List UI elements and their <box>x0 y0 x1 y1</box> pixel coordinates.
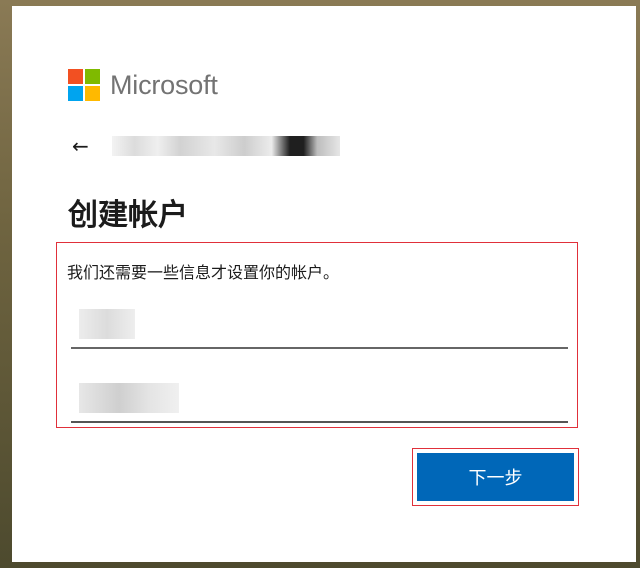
back-arrow-icon[interactable]: ← <box>72 136 98 156</box>
second-input-field[interactable] <box>71 375 568 423</box>
form-highlight-box: 我们还需要一些信息才设置你的帐户。 <box>56 242 578 428</box>
microsoft-logo: Microsoft <box>68 68 218 102</box>
redacted-identity <box>112 136 340 156</box>
next-button[interactable]: 下一步 <box>417 453 574 501</box>
redacted-field-value <box>79 309 135 339</box>
microsoft-logo-icon <box>68 69 100 101</box>
redacted-field-value <box>79 383 179 413</box>
brand-name: Microsoft <box>110 69 218 100</box>
button-highlight-box: 下一步 <box>412 448 579 506</box>
page-title: 创建帐户 <box>68 198 188 233</box>
signup-card: Microsoft ← 创建帐户 我们还需要一些信息才设置你的帐户。 下一步 <box>12 6 636 562</box>
page-subtitle: 我们还需要一些信息才设置你的帐户。 <box>67 263 340 282</box>
first-input-field[interactable] <box>71 301 568 349</box>
identity-row: ← <box>72 133 340 159</box>
